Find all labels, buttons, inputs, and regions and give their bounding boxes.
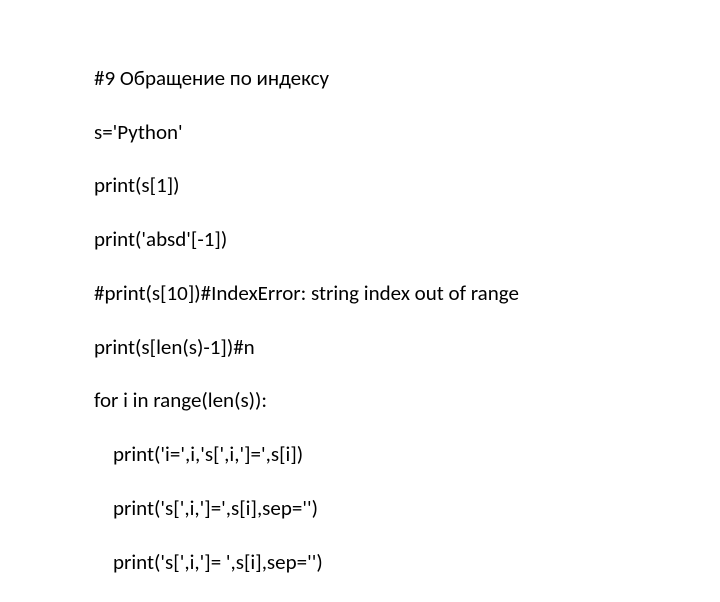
code-line: print('i=',i,'s[',i,']=',s[i]) — [94, 441, 720, 468]
code-line: #print(s[10])#IndexError: string index o… — [94, 280, 720, 307]
code-line: print('s[',i,']=',s[i],sep='') — [94, 495, 720, 522]
code-line: for i in range(len(s)): — [94, 387, 720, 414]
code-line: s='Python' — [94, 119, 720, 146]
code-line: #9 Обращение по индексу — [94, 65, 720, 92]
code-line: print(s[1]) — [94, 172, 720, 199]
code-line: print('s[',i,']= ',s[i],sep='') — [94, 549, 720, 576]
code-line: print(s[len(s)-1])#n — [94, 334, 720, 361]
code-block: #9 Обращение по индексу s='Python' print… — [0, 0, 720, 602]
code-line: print('absd'[-1]) — [94, 226, 720, 253]
